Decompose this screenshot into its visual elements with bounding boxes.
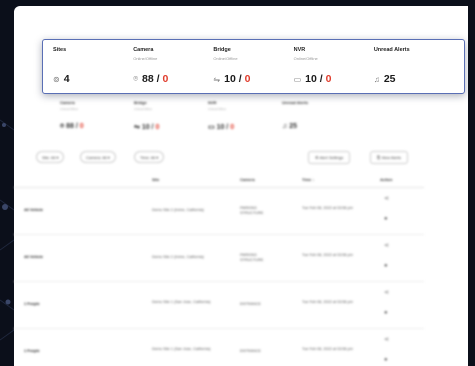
alert-camera: PARKING STRUCTURE — [240, 253, 264, 262]
alert-camera: PARKING STRUCTURE — [240, 206, 264, 215]
stat-value: ⊚ 4 — [53, 73, 70, 85]
ghost-stat-value: ⇋ 10 / 0 — [134, 124, 160, 131]
stat-value: ⇋ 10 / 0 — [213, 73, 251, 85]
ghost-stat-subtitle: Online/Offline — [208, 107, 227, 111]
alert-type: 1 People — [24, 302, 40, 306]
location-icon: ⊚ — [53, 74, 60, 84]
time-filter-chip[interactable]: Time: All ▾ — [134, 151, 165, 163]
table-row[interactable]: All Vehicle Demo Site 2 (Irvine, Califor… — [14, 188, 424, 235]
stat-bridge[interactable]: Bridge Online/Offline ⇋ 10 / 0 — [213, 47, 293, 93]
camera-filter-chip[interactable]: Camera: All ▾ — [80, 151, 116, 163]
stat-title: Bridge — [213, 47, 231, 53]
camera-view-icon[interactable]: ● — [384, 310, 388, 316]
camera-icon: ⌾ — [133, 74, 139, 83]
alert-type: All Vehicle — [24, 208, 43, 212]
ghost-stat-bridge: Bridge Online/Offline ⇋ 10 / 0 — [134, 100, 208, 140]
camera-view-icon[interactable]: ● — [384, 216, 388, 222]
stat-title: NVR — [293, 47, 306, 53]
stat-subtitle: Online/Offline — [133, 56, 158, 61]
share-icon[interactable]: ⋖ — [384, 289, 389, 296]
nvr-icon: ▭ — [293, 74, 302, 84]
alert-camera: ENTRANCE — [240, 302, 261, 306]
table-row[interactable]: 1 People Demo Site 1 (San Jose, Californ… — [14, 282, 424, 329]
ghost-stat-title: Unread Alerts — [282, 100, 309, 105]
stat-value: ♫ 25 — [374, 73, 396, 85]
share-icon[interactable]: ⋖ — [384, 242, 389, 249]
bridge-icon: ⇋ — [213, 74, 221, 84]
stat-nvr[interactable]: NVR Online/Offline ▭ 10 / 0 — [294, 47, 374, 93]
stat-value: ⌾ 88 / 0 — [133, 73, 169, 85]
stat-sites[interactable]: Sites ⊚ 4 — [53, 47, 133, 93]
stat-count: 25 — [383, 73, 396, 85]
ghost-stat-camera: Camera Online/Offline ⌾ 88 / 0 — [60, 100, 134, 140]
ghost-stat-nvr: NVR Online/Offline ▭ 10 / 0 — [208, 100, 282, 140]
camera-view-icon[interactable]: ● — [384, 357, 388, 363]
alert-camera: ENTRANCE — [240, 349, 261, 353]
alert-site: Demo Site 1 (San Jose, California) — [152, 300, 211, 304]
alert-site: Demo Site 2 (Irvine, California) — [152, 255, 204, 259]
ghost-stat-value: ▭ 10 / 0 — [208, 124, 235, 131]
alert-settings-button[interactable]: ⚙ Alert Settings — [308, 151, 351, 164]
column-header-time[interactable]: Time ↓ — [302, 177, 314, 182]
alerts-table: Site Camera Time ↓ Action All Vehicle De… — [14, 172, 424, 366]
column-header-camera[interactable]: Camera — [240, 177, 255, 182]
stat-title: Unread Alerts — [373, 47, 410, 53]
stat-count: 4 — [63, 73, 70, 85]
stats-summary-ghost: Camera Online/Offline ⌾ 88 / 0 Bridge On… — [60, 100, 360, 140]
stat-subtitle: Online/Offline — [293, 56, 318, 61]
stat-unread-alerts[interactable]: Unread Alerts ♫ 25 — [374, 47, 454, 93]
alert-time: Tue Feb 08, 2022 at 03:56 pm — [302, 253, 353, 257]
alert-site: Demo Site 2 (Irvine, California) — [152, 208, 204, 212]
ghost-stat-value: ⌾ 88 / 0 — [60, 123, 84, 130]
ghost-stat-title: Bridge — [134, 100, 147, 105]
stat-online-count: 10 — [224, 73, 236, 85]
table-row[interactable]: 1 People Demo Site 1 (San Jose, Californ… — [14, 329, 424, 366]
table-header: Site Camera Time ↓ Action — [14, 172, 424, 188]
stat-subtitle: Online/Offline — [213, 56, 238, 61]
stat-offline-count: 0 — [162, 73, 169, 85]
alert-site: Demo Site 1 (San Jose, California) — [152, 347, 211, 351]
stat-value: ▭ 10 / 0 — [293, 73, 332, 85]
ghost-stat-subtitle: Online/Offline — [134, 107, 153, 111]
camera-view-icon[interactable]: ● — [384, 263, 388, 269]
stat-online-count: 88 — [142, 73, 154, 85]
alert-type: 1 People — [24, 349, 40, 353]
share-icon[interactable]: ⋖ — [384, 336, 389, 343]
site-filter-chip[interactable]: Site: All ▾ — [36, 151, 65, 163]
alert-time: Tue Feb 08, 2022 at 03:56 pm — [302, 347, 353, 351]
stats-card: Sites ⊚ 4 Camera Online/Offline ⌾ 88 / 0… — [42, 39, 465, 94]
share-icon[interactable]: ⋖ — [384, 195, 389, 202]
stat-title: Sites — [53, 47, 67, 53]
alert-time: Tue Feb 08, 2022 at 03:56 pm — [302, 300, 353, 304]
stat-camera[interactable]: Camera Online/Offline ⌾ 88 / 0 — [133, 47, 213, 93]
filter-bar: Site: All ▾ Camera: All ▾ Time: All ▾ ⚙ … — [18, 151, 458, 165]
ghost-stat-alerts: Unread Alerts ♫ 25 — [282, 100, 356, 140]
view-alerts-button[interactable]: ⎘ View Alerts — [370, 151, 409, 164]
ghost-stat-title: NVR — [208, 100, 217, 105]
bell-icon: ♫ — [373, 74, 380, 84]
ghost-stat-title: Camera — [60, 100, 75, 105]
column-header-action: Action — [380, 177, 393, 182]
ghost-stat-value: ♫ 25 — [282, 123, 297, 130]
alert-type: All Vehicle — [24, 255, 43, 259]
stat-title: Camera — [133, 47, 154, 53]
stat-offline-count: 0 — [325, 73, 332, 85]
stat-online-count: 10 — [305, 73, 317, 85]
table-row[interactable]: All Vehicle Demo Site 2 (Irvine, Califor… — [14, 235, 424, 282]
stat-offline-count: 0 — [244, 73, 251, 85]
alert-time: Tue Feb 08, 2022 at 03:56 pm — [302, 206, 353, 210]
ghost-stat-subtitle: Online/Offline — [60, 107, 79, 111]
column-header-site[interactable]: Site — [152, 177, 159, 182]
